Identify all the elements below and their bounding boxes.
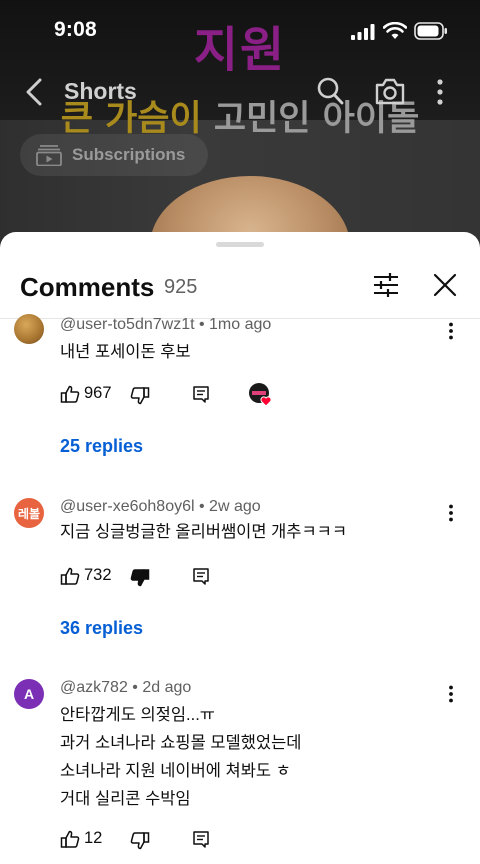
dislike-icon-active[interactable] bbox=[130, 568, 150, 588]
comment-time: 2w ago bbox=[209, 498, 261, 515]
comment-time: 2d ago bbox=[142, 679, 192, 696]
comment-item: 레볼 @user-xe6oh8oy6l • 2w ago 지금 싱글벙글한 올리… bbox=[0, 494, 480, 670]
comment-text-line: 과거 소녀나라 쇼핑몰 모델했었는데 bbox=[60, 734, 302, 752]
reply-icon[interactable] bbox=[192, 830, 210, 848]
back-arrow-icon[interactable] bbox=[24, 78, 44, 106]
comment-separator: • bbox=[198, 316, 210, 333]
sort-filter-icon[interactable] bbox=[372, 272, 400, 298]
shorts-top-nav: Shorts bbox=[0, 68, 480, 118]
view-replies-link[interactable]: 36 replies bbox=[60, 618, 143, 639]
comment-item: @user-to5dn7wz1t • 1mo ago 내년 포세이돈 후보 96… bbox=[0, 312, 480, 492]
subscriptions-label: Subscriptions bbox=[72, 145, 186, 164]
like-icon[interactable] bbox=[60, 829, 80, 849]
comment-text-line: 내년 포세이돈 후보 bbox=[60, 343, 191, 361]
status-bar: 9:08 bbox=[0, 0, 480, 62]
comment-separator: • bbox=[199, 498, 210, 515]
comment-separator: • bbox=[132, 679, 143, 696]
drag-handle[interactable] bbox=[216, 242, 264, 247]
comment-author-line: @azk782 • 2d ago bbox=[60, 679, 191, 697]
dislike-icon[interactable] bbox=[130, 386, 150, 406]
comment-more-icon[interactable] bbox=[448, 322, 454, 340]
like-icon[interactable] bbox=[60, 566, 80, 586]
creator-heart-icon bbox=[249, 383, 272, 407]
cellular-signal-icon bbox=[351, 24, 375, 40]
comment-author[interactable]: @user-to5dn7wz1t bbox=[60, 316, 195, 333]
more-options-icon[interactable] bbox=[436, 78, 444, 106]
comment-text-line: 거대 실리콘 수박임 bbox=[60, 790, 191, 808]
battery-icon bbox=[414, 22, 447, 40]
comment-actions: 732 bbox=[60, 564, 360, 590]
comments-sheet: Comments 925 @user-to5dn7wz1t • 1mo ago … bbox=[0, 232, 480, 864]
status-time: 9:08 bbox=[54, 18, 97, 41]
comment-avatar[interactable]: 레볼 bbox=[14, 498, 44, 528]
comments-title: Comments bbox=[20, 272, 155, 302]
reply-icon[interactable] bbox=[192, 385, 210, 403]
comment-actions: 12 bbox=[60, 827, 360, 853]
subscriptions-chip[interactable]: Subscriptions bbox=[20, 134, 208, 176]
comments-count: 925 bbox=[164, 276, 198, 298]
comments-header: Comments 925 bbox=[0, 260, 480, 318]
comment-author-line: @user-to5dn7wz1t • 1mo ago bbox=[60, 316, 271, 334]
comment-author[interactable]: @azk782 bbox=[60, 679, 128, 696]
search-icon[interactable] bbox=[316, 76, 344, 106]
close-icon[interactable] bbox=[432, 272, 458, 298]
comment-item: A @azk782 • 2d ago 안타깝게도 의젖임...ㅠ 과거 소녀나라… bbox=[0, 675, 480, 864]
comment-text: 내년 포세이돈 후보 bbox=[60, 338, 191, 366]
dislike-icon[interactable] bbox=[130, 831, 150, 851]
like-count: 732 bbox=[84, 566, 112, 584]
subscriptions-icon bbox=[36, 145, 62, 166]
wifi-icon bbox=[383, 22, 407, 39]
reply-icon[interactable] bbox=[192, 567, 210, 585]
comment-time: 1mo ago bbox=[209, 316, 272, 333]
comment-text: 지금 싱글벙글한 올리버쌤이면 개추ㅋㅋㅋ bbox=[60, 518, 347, 546]
comment-text: 안타깝게도 의젖임...ㅠ 과거 소녀나라 쇼핑몰 모델했었는데 소녀나라 지원… bbox=[60, 701, 301, 813]
comment-author[interactable]: @user-xe6oh8oy6l bbox=[60, 498, 195, 515]
comment-text-line: 안타깝게도 의젖임...ㅠ bbox=[60, 706, 215, 724]
comment-avatar[interactable]: A bbox=[14, 679, 44, 709]
comment-text-line: 지금 싱글벙글한 올리버쌤이면 개추ㅋㅋㅋ bbox=[60, 523, 347, 541]
comment-actions: 967 bbox=[60, 382, 360, 408]
like-count: 12 bbox=[84, 829, 103, 847]
like-count: 967 bbox=[84, 384, 112, 402]
comment-more-icon[interactable] bbox=[448, 685, 454, 703]
view-replies-link[interactable]: 25 replies bbox=[60, 436, 143, 457]
shorts-title: Shorts bbox=[64, 78, 137, 104]
comment-text-line: 소녀나라 지원 네이버에 쳐봐도 ㅎ bbox=[60, 762, 291, 780]
comment-avatar[interactable] bbox=[14, 314, 44, 344]
comment-author-line: @user-xe6oh8oy6l • 2w ago bbox=[60, 498, 261, 516]
camera-icon[interactable] bbox=[374, 76, 406, 106]
comment-more-icon[interactable] bbox=[448, 504, 454, 522]
like-icon[interactable] bbox=[60, 384, 80, 404]
